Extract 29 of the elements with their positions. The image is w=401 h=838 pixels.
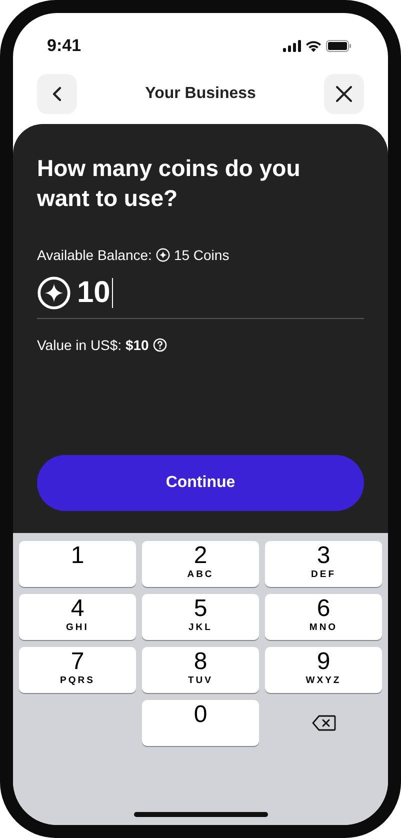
question-heading: How many coins do you want to use? xyxy=(37,154,302,213)
close-button[interactable] xyxy=(324,74,364,114)
keypad-key[interactable]: 3 DEF xyxy=(265,541,382,587)
keypad-key[interactable]: 8 TUV xyxy=(142,647,259,693)
signal-icon xyxy=(283,40,301,52)
keypad-key[interactable]: 4 GHI xyxy=(19,594,136,640)
value-text: Value in US$: $10 xyxy=(37,336,149,355)
balance-label: Available Balance: xyxy=(37,246,152,265)
help-icon[interactable] xyxy=(152,338,167,352)
coin-icon xyxy=(156,248,170,262)
keypad-key[interactable]: 2 ABC xyxy=(142,541,259,587)
amount-input[interactable]: 10 xyxy=(77,278,114,308)
keypad-key[interactable]: 1 xyxy=(19,541,136,587)
keypad-key[interactable]: 5 JKL xyxy=(142,594,259,640)
coin-icon xyxy=(37,276,71,310)
battery-icon xyxy=(326,40,352,52)
status-time: 9:41 xyxy=(47,35,82,58)
wifi-icon xyxy=(305,40,322,52)
backspace-icon xyxy=(312,715,336,731)
continue-button[interactable]: Continue xyxy=(37,455,364,511)
keypad-key[interactable]: 9 WXYZ xyxy=(265,647,382,693)
chevron-left-icon xyxy=(52,86,62,102)
balance-amount: 15 Coins xyxy=(174,246,230,265)
keypad-key[interactable]: 7 PQRS xyxy=(19,647,136,693)
close-icon xyxy=(336,86,352,102)
keypad-key[interactable]: 0 xyxy=(142,700,259,746)
header-title: Your Business xyxy=(145,84,256,104)
keypad-key[interactable]: 6 MNO xyxy=(265,594,382,640)
back-button[interactable] xyxy=(37,74,77,114)
